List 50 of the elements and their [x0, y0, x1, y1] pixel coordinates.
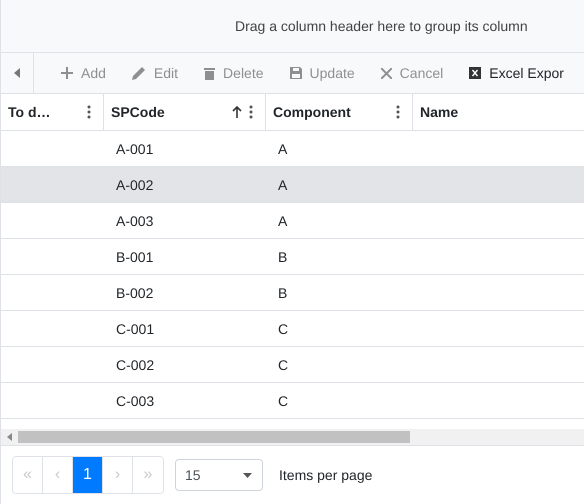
table-cell: A	[278, 212, 288, 228]
spreadsheet-icon	[469, 67, 482, 79]
column-menu-icon[interactable]	[249, 105, 253, 119]
table-cell: B	[278, 284, 288, 300]
table-row[interactable]: B-002 B	[1, 275, 584, 311]
column-title: Component	[273, 104, 351, 120]
column-header[interactable]: To d…	[1, 94, 104, 130]
table-row[interactable]: C-001 C	[1, 311, 584, 347]
table-cell: A	[278, 176, 288, 192]
table-cell: B-001	[116, 248, 154, 264]
left-arrow-icon[interactable]	[7, 433, 12, 441]
items-per-page-label: Items per page	[279, 467, 372, 483]
table-cell: A-002	[116, 176, 154, 192]
table-row[interactable]: C-003 C	[1, 383, 584, 419]
excel-button[interactable]: Excel Expor	[456, 59, 577, 87]
table-row[interactable]: B-001 B	[1, 239, 584, 275]
table-row[interactable]: A-002 A	[1, 167, 584, 203]
column-title: Name	[420, 104, 458, 120]
close-icon	[380, 68, 392, 78]
caret-icon	[243, 472, 252, 478]
table-cell: C	[278, 392, 288, 408]
table-cell: C-002	[116, 356, 154, 372]
table-cell: C-003	[116, 392, 154, 408]
column-title: SPCode	[111, 104, 165, 120]
column-header[interactable]: Name	[413, 94, 584, 130]
left-arrow-icon	[14, 68, 20, 78]
table-cell: B-002	[116, 284, 154, 300]
table-cell: A	[278, 140, 288, 156]
up-arrow-icon	[232, 106, 242, 118]
column-menu-icon[interactable]	[87, 105, 91, 119]
table-cell: C	[278, 356, 288, 372]
plus-icon	[61, 67, 73, 79]
horizontal-scrollbar[interactable]	[1, 429, 584, 445]
table-cell: C	[278, 320, 288, 336]
table-cell: C-001	[116, 320, 154, 336]
table-row[interactable]: A-003 A	[1, 203, 584, 239]
column-header[interactable]: SPCode	[104, 94, 266, 130]
group-panel-hint: Drag a column header here to group its column	[235, 18, 528, 34]
column-menu-icon[interactable]	[396, 105, 400, 119]
trash-icon	[204, 66, 216, 80]
column-header[interactable]: Component	[266, 94, 413, 130]
pencil-icon	[132, 66, 146, 80]
table-cell: B	[278, 248, 288, 264]
page-button[interactable]: 1	[73, 457, 103, 493]
column-title: To d…	[8, 104, 51, 120]
page-size-dropdown[interactable]: 15	[175, 459, 263, 491]
table-row[interactable]: C-002 C	[1, 347, 584, 383]
table-cell: A-001	[116, 140, 154, 156]
scrollbar-thumb[interactable]	[18, 431, 410, 443]
table-cell: A-003	[116, 212, 154, 228]
